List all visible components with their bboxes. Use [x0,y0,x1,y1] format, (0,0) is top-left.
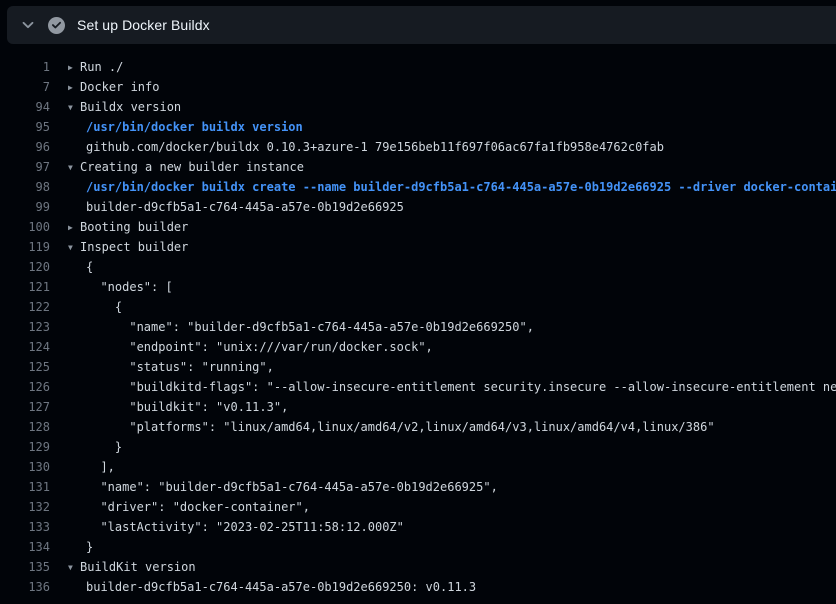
output-text: "status": "running", [86,360,274,374]
output-text: builder-d9cfb5a1-c764-445a-a57e-0b19d2e6… [86,200,404,214]
line-number[interactable]: 126 [0,377,50,397]
log-line: 136 builder-d9cfb5a1-c764-445a-a57e-0b19d… [0,577,836,597]
log-line: 132 "driver": "docker-container", [0,497,836,517]
line-number[interactable]: 95 [0,117,50,137]
line-number[interactable]: 130 [0,457,50,477]
log-line: 124 "endpoint": "unix:///var/run/docker.… [0,337,836,357]
triangle-expanded-icon[interactable]: ▼ [68,98,80,118]
line-number[interactable]: 100 [0,217,50,237]
group-title: BuildKit version [80,560,196,574]
output-text: } [86,540,93,554]
log-line: 128 "platforms": "linux/amd64,linux/amd6… [0,417,836,437]
output-text: { [86,300,122,314]
group-title: Creating a new builder instance [80,160,304,174]
line-number[interactable]: 94 [0,97,50,117]
triangle-collapsed-icon[interactable]: ▶ [68,78,80,98]
log-line: 125 "status": "running", [0,357,836,377]
step-title: Set up Docker Buildx [77,17,210,33]
output-text: } [86,440,122,454]
line-number[interactable]: 123 [0,317,50,337]
check-circle-icon [47,16,65,34]
group-title: Buildx version [80,100,181,114]
output-text: "buildkitd-flags": "--allow-insecure-ent… [86,380,836,394]
log-line: 121 "nodes": [ [0,277,836,297]
output-text: github.com/docker/buildx 0.10.3+azure-1 … [86,140,664,154]
log-line-group[interactable]: 94 ▼Buildx version [0,97,836,117]
line-number[interactable]: 136 [0,577,50,597]
line-number[interactable]: 121 [0,277,50,297]
output-text: "endpoint": "unix:///var/run/docker.sock… [86,340,433,354]
command-text: /usr/bin/docker buildx create --name bui… [86,180,836,194]
log-line: 133 "lastActivity": "2023-02-25T11:58:12… [0,517,836,537]
line-number[interactable]: 135 [0,557,50,577]
log-line-group[interactable]: 135 ▼BuildKit version [0,557,836,577]
output-text: builder-d9cfb5a1-c764-445a-a57e-0b19d2e6… [86,580,476,594]
log-line: 123 "name": "builder-d9cfb5a1-c764-445a-… [0,317,836,337]
log-line: 99 builder-d9cfb5a1-c764-445a-a57e-0b19d2… [0,197,836,217]
output-text: "name": "builder-d9cfb5a1-c764-445a-a57e… [86,480,498,494]
triangle-expanded-icon[interactable]: ▼ [68,158,80,178]
log-line: 95/usr/bin/docker buildx version [0,117,836,137]
output-text: "platforms": "linux/amd64,linux/amd64/v2… [86,420,715,434]
log-line: 130 ], [0,457,836,477]
output-text: ], [86,460,115,474]
chevron-down-icon[interactable] [16,13,40,37]
log-line: 134} [0,537,836,557]
line-number[interactable]: 127 [0,397,50,417]
line-number[interactable]: 7 [0,77,50,97]
line-number[interactable]: 120 [0,257,50,277]
group-title: Docker info [80,80,159,94]
log-line-group[interactable]: 97 ▼Creating a new builder instance [0,157,836,177]
line-number[interactable]: 122 [0,297,50,317]
log-line: 98/usr/bin/docker buildx create --name b… [0,177,836,197]
output-text: { [86,260,93,274]
triangle-expanded-icon[interactable]: ▼ [68,558,80,578]
line-number[interactable]: 131 [0,477,50,497]
line-number[interactable]: 128 [0,417,50,437]
output-text: "nodes": [ [86,280,173,294]
log-line-group[interactable]: 119 ▼Inspect builder [0,237,836,257]
line-number[interactable]: 124 [0,337,50,357]
line-number[interactable]: 96 [0,137,50,157]
log-line-group[interactable]: 7 ▶Docker info [0,77,836,97]
output-text: "name": "builder-d9cfb5a1-c764-445a-a57e… [86,320,534,334]
triangle-expanded-icon[interactable]: ▼ [68,238,80,258]
group-title: Booting builder [80,220,188,234]
group-title: Run ./ [80,60,123,74]
log-container: 1▶Run ./7▶Docker info94▼Buildx version95… [0,44,836,604]
command-text: /usr/bin/docker buildx version [86,120,303,134]
output-text: "buildkit": "v0.11.3", [86,400,288,414]
step-header[interactable]: Set up Docker Buildx [7,6,836,44]
line-number[interactable]: 132 [0,497,50,517]
log-line: 129 } [0,437,836,457]
triangle-collapsed-icon[interactable]: ▶ [68,218,80,238]
line-number[interactable]: 97 [0,157,50,177]
line-number[interactable]: 134 [0,537,50,557]
log-line: 96 github.com/docker/buildx 0.10.3+azure-… [0,137,836,157]
log-line: 126 "buildkitd-flags": "--allow-insecure… [0,377,836,397]
line-number[interactable]: 98 [0,177,50,197]
log-line-group[interactable]: 1 ▶Run ./ [0,57,836,77]
line-number[interactable]: 125 [0,357,50,377]
output-text: "driver": "docker-container", [86,500,310,514]
log-line: 122 { [0,297,836,317]
output-text: "lastActivity": "2023-02-25T11:58:12.000… [86,520,404,534]
log-line: 127 "buildkit": "v0.11.3", [0,397,836,417]
log-line: 131 "name": "builder-d9cfb5a1-c764-445a-… [0,477,836,497]
line-number[interactable]: 129 [0,437,50,457]
triangle-collapsed-icon[interactable]: ▶ [68,58,80,78]
line-number[interactable]: 133 [0,517,50,537]
group-title: Inspect builder [80,240,188,254]
log-line-group[interactable]: 100 ▶Booting builder [0,217,836,237]
line-number[interactable]: 1 [0,57,50,77]
log-line: 120 { [0,257,836,277]
line-number[interactable]: 119 [0,237,50,257]
line-number[interactable]: 99 [0,197,50,217]
